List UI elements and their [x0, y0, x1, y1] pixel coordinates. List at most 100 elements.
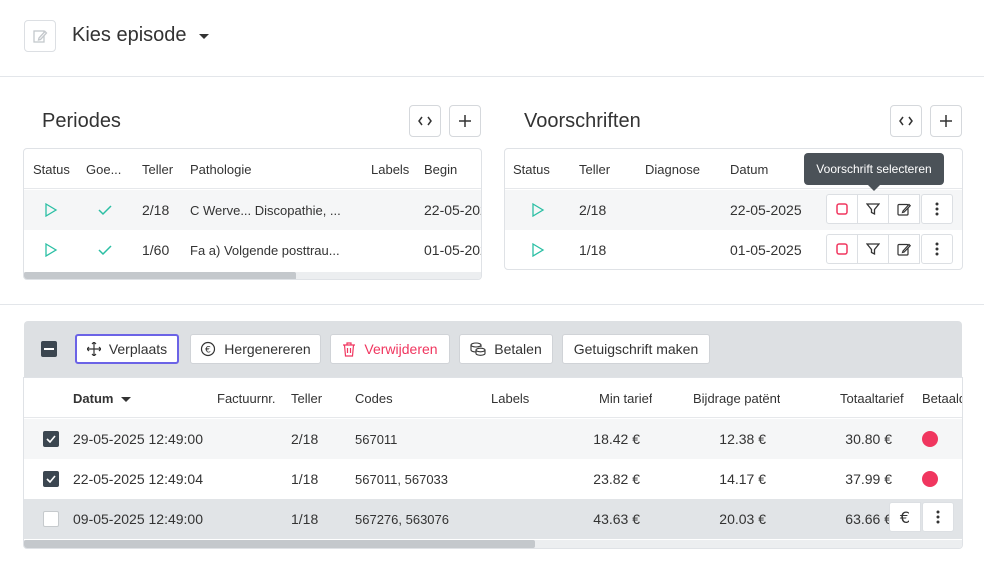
pencil-icon — [33, 30, 48, 43]
table-row[interactable]: 1/60 Fa a) Volgende posttrau... 01-05-20… — [24, 230, 481, 270]
more-button[interactable] — [921, 234, 953, 264]
unpaid-status-dot — [922, 471, 938, 487]
play-icon — [45, 203, 58, 217]
play-icon — [45, 243, 58, 257]
col-betaald[interactable]: Betaald — [922, 378, 962, 418]
bill-min-tarief: 23.82 € — [593, 471, 640, 487]
voorschrift-teller: 2/18 — [579, 202, 607, 218]
episode-title: Kies episode — [72, 24, 187, 46]
col-teller[interactable]: Teller — [291, 378, 322, 418]
pencil-icon — [897, 243, 911, 256]
filter-button[interactable] — [857, 194, 889, 224]
filter-icon — [866, 243, 880, 256]
col-datum[interactable]: Datum — [730, 149, 768, 189]
verwijderen-label: Verwijderen — [364, 341, 438, 357]
col-teller[interactable]: Teller — [142, 149, 173, 189]
divider — [0, 304, 984, 305]
bill-totaal: 30.80 € — [845, 431, 892, 447]
select-voorschrift-button[interactable] — [826, 234, 858, 264]
bill-codes: 567011, 567033 — [355, 471, 449, 487]
filter-button[interactable] — [857, 234, 889, 264]
verwijderen-button[interactable]: Verwijderen — [330, 334, 450, 364]
check-icon — [46, 435, 56, 443]
verplaats-button[interactable]: Verplaats — [75, 334, 179, 364]
getuigschrift-label: Getuigschrift maken — [573, 341, 699, 357]
col-pathologie[interactable]: Pathologie — [190, 149, 251, 189]
row-checkbox[interactable] — [43, 471, 59, 487]
col-factuurnr[interactable]: Factuurnr. — [217, 378, 276, 418]
periode-begin: 22-05-2025 — [424, 202, 481, 218]
col-goedgekeurd[interactable]: Goe... — [86, 149, 121, 189]
col-labels[interactable]: Labels — [491, 378, 529, 418]
caret-down-icon — [198, 34, 209, 39]
pay-button[interactable]: € — [889, 502, 921, 532]
pencil-icon — [897, 203, 911, 216]
scrollbar-thumb[interactable] — [24, 540, 535, 548]
col-totaaltarief[interactable]: Totaaltarief — [840, 378, 904, 418]
edit-button[interactable] — [888, 234, 920, 264]
col-min-tarief[interactable]: Min tarief — [599, 378, 652, 418]
col-datum[interactable]: Datum — [73, 378, 132, 418]
col-status[interactable]: Status — [33, 149, 70, 189]
square-icon — [836, 203, 848, 215]
bill-min-tarief: 18.42 € — [593, 431, 640, 447]
bill-totaal: 63.66 € — [845, 511, 892, 527]
bill-teller: 1/18 — [291, 471, 319, 487]
bulk-action-toolbar: Verplaats € Hergenereren Verwijderen Bet… — [24, 321, 962, 377]
more-vertical-icon — [935, 242, 939, 256]
edit-episode-button[interactable] — [24, 20, 56, 52]
play-icon — [532, 243, 545, 257]
col-status[interactable]: Status — [513, 149, 550, 189]
hergenereren-label: Hergenereren — [224, 341, 311, 357]
row-checkbox[interactable] — [43, 431, 59, 447]
check-icon — [98, 205, 112, 216]
betalen-label: Betalen — [494, 341, 542, 357]
voorschriften-add-button[interactable] — [930, 105, 962, 137]
table-row[interactable]: 22-05-2025 12:49:04 1/18 567011, 567033 … — [24, 459, 962, 499]
unpaid-status-dot — [922, 431, 938, 447]
select-all-checkbox[interactable] — [41, 341, 57, 357]
check-icon — [98, 245, 112, 256]
col-bijdrage[interactable]: Bijdrage patënt — [693, 378, 780, 418]
coins-icon — [470, 342, 486, 356]
more-vertical-icon — [936, 510, 940, 524]
bills-table: Datum Factuurnr. Teller Codes Labels Min… — [23, 377, 963, 549]
col-begin[interactable]: Begin — [424, 149, 457, 189]
getuigschrift-button[interactable]: Getuigschrift maken — [562, 334, 710, 364]
filter-icon — [866, 203, 880, 216]
betalen-button[interactable]: Betalen — [459, 334, 553, 364]
periode-begin: 01-05-2025 — [424, 242, 481, 258]
col-teller[interactable]: Teller — [579, 149, 610, 189]
periodes-expand-button[interactable] — [409, 105, 441, 137]
col-diagnose[interactable]: Diagnose — [645, 149, 700, 189]
table-header: Datum Factuurnr. Teller Codes Labels Min… — [24, 378, 962, 418]
scrollbar-thumb[interactable] — [24, 272, 296, 279]
divider — [0, 76, 984, 77]
tooltip: Voorschrift selecteren — [804, 153, 944, 191]
col-labels[interactable]: Labels — [371, 149, 409, 189]
bill-codes: 567011 — [355, 431, 398, 447]
col-datum-label: Datum — [73, 390, 114, 406]
sort-desc-icon — [121, 396, 132, 402]
select-voorschrift-button[interactable] — [826, 194, 858, 224]
move-icon — [86, 342, 101, 356]
bill-bijdrage: 12.38 € — [719, 431, 766, 447]
more-button[interactable] — [921, 194, 953, 224]
minus-icon — [44, 348, 54, 350]
voorschriften-expand-button[interactable] — [890, 105, 922, 137]
hergenereren-button[interactable]: € Hergenereren — [190, 334, 321, 364]
more-button[interactable] — [922, 502, 954, 532]
row-checkbox[interactable] — [43, 511, 59, 527]
edit-button[interactable] — [888, 194, 920, 224]
episode-selector[interactable]: Kies episode — [72, 24, 209, 47]
col-codes[interactable]: Codes — [355, 378, 393, 418]
periodes-add-button[interactable] — [449, 105, 481, 137]
bill-codes: 567276, 563076 — [355, 511, 449, 527]
bill-datum: 09-05-2025 12:49:00 — [73, 511, 203, 527]
svg-text:€: € — [205, 346, 211, 356]
table-row[interactable]: 09-05-2025 12:49:00 1/18 567276, 563076 … — [24, 499, 962, 539]
bill-bijdrage: 20.03 € — [719, 511, 766, 527]
table-row[interactable]: 2/18 C Werve... Discopathie, ... 22-05-2… — [24, 190, 481, 230]
table-row[interactable]: 29-05-2025 12:49:00 2/18 567011 18.42 € … — [24, 419, 962, 459]
svg-text:€: € — [900, 509, 910, 525]
